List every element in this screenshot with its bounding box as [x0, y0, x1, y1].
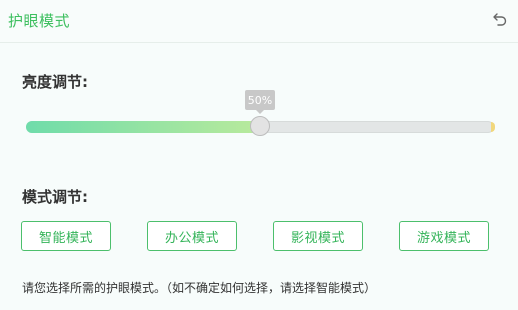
- mode-label: 模式调节:: [22, 188, 88, 206]
- slider-end-cap: [491, 122, 495, 132]
- header-bar: 护眼模式: [0, 0, 518, 43]
- game-mode-button[interactable]: 游戏模式: [399, 221, 489, 251]
- undo-arrow-icon: [493, 13, 507, 26]
- smart-mode-button[interactable]: 智能模式: [21, 221, 111, 251]
- slider-thumb[interactable]: [250, 116, 270, 136]
- hint-text: 请您选择所需的护眼模式。（如不确定如何选择，请选择智能模式）: [22, 281, 377, 295]
- office-mode-button[interactable]: 办公模式: [147, 221, 237, 251]
- brightness-label: 亮度调节:: [22, 73, 88, 91]
- brightness-slider[interactable]: 50%: [26, 90, 495, 136]
- video-mode-button[interactable]: 影视模式: [273, 221, 363, 251]
- back-button[interactable]: [490, 9, 510, 29]
- slider-value-tooltip: 50%: [245, 90, 275, 114]
- slider-fill: [26, 121, 260, 133]
- page-title: 护眼模式: [8, 12, 71, 30]
